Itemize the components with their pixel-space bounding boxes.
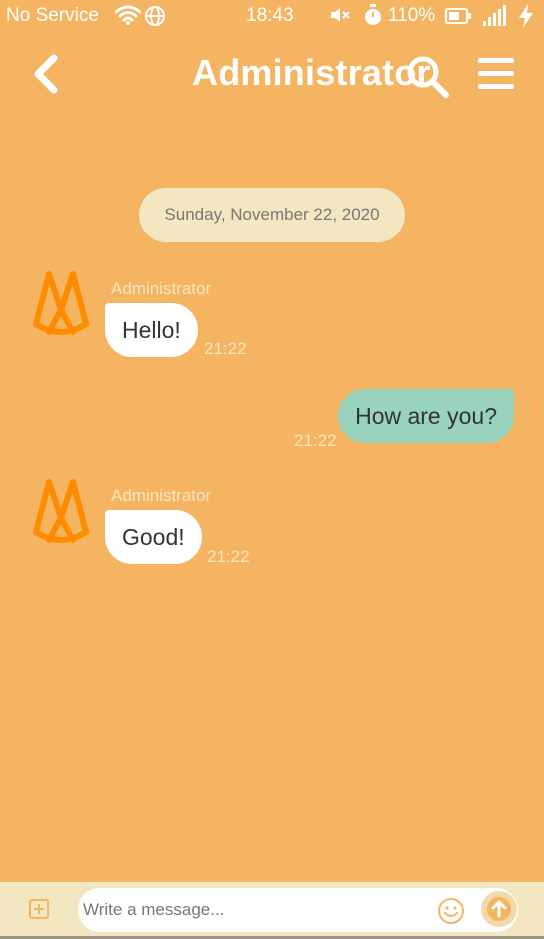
message-bubble-outgoing[interactable]: How are you? [338, 389, 514, 443]
clock-label: 18:43 [246, 5, 294, 26]
avatar[interactable] [32, 270, 90, 336]
message-time: 21:22 [207, 547, 250, 566]
back-chevron-icon [34, 54, 58, 94]
administrator-logo-icon [33, 479, 89, 543]
message-bubble-incoming[interactable]: Good! [105, 510, 202, 564]
date-separator: Sunday, November 22, 2020 [139, 188, 405, 242]
battery-icon [445, 8, 471, 29]
charging-bolt-icon [518, 4, 534, 33]
message-composer [0, 882, 544, 939]
sender-name: Administrator [111, 486, 212, 505]
back-button[interactable] [28, 52, 68, 96]
avatar[interactable] [32, 478, 90, 544]
hamburger-menu-icon [478, 58, 514, 89]
menu-button[interactable] [476, 56, 516, 92]
emoji-icon [438, 898, 464, 924]
globe-icon [144, 5, 166, 32]
attach-button[interactable] [28, 898, 50, 920]
attach-plus-icon [29, 899, 49, 919]
signal-icon [482, 5, 508, 32]
status-bar: No Service 18:43 110% [0, 0, 544, 32]
emoji-button[interactable] [437, 897, 465, 925]
search-button[interactable] [404, 53, 450, 99]
send-arrow-icon [481, 891, 517, 927]
search-icon [407, 56, 449, 98]
send-button[interactable] [480, 890, 518, 928]
administrator-logo-icon [33, 271, 89, 335]
page-title: Administrator [192, 52, 431, 93]
message-time: 21:22 [294, 431, 337, 450]
wifi-icon [114, 5, 142, 30]
timer-icon [363, 4, 383, 31]
sender-name: Administrator [111, 279, 212, 298]
carrier-label: No Service [6, 5, 99, 26]
mute-icon [330, 6, 352, 29]
message-bubble-incoming[interactable]: Hello! [105, 303, 198, 357]
message-time: 21:22 [204, 339, 247, 358]
battery-percent: 110% [388, 5, 436, 26]
